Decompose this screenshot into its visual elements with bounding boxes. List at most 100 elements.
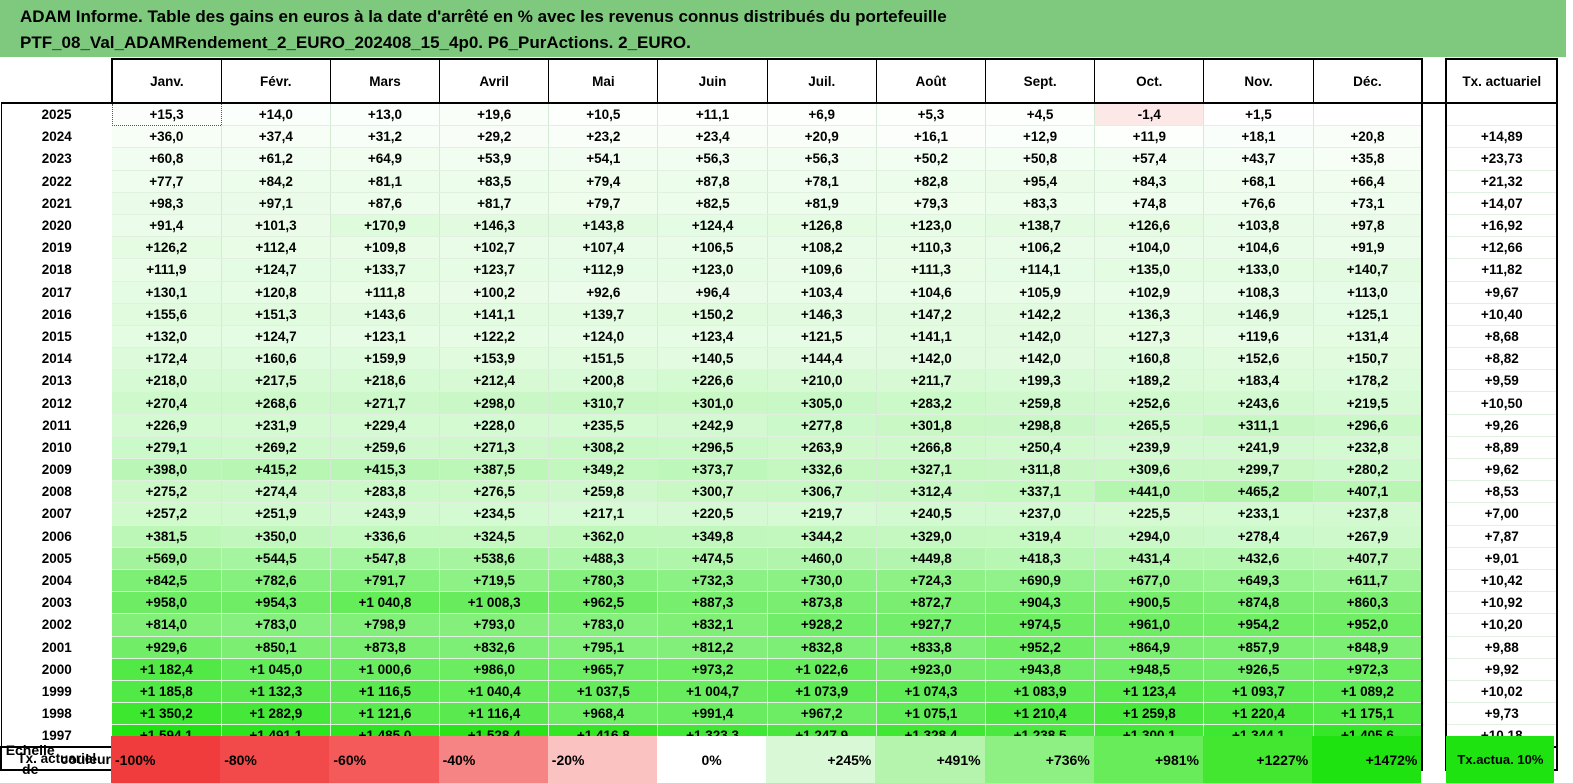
gain-cell: +1 116,5 xyxy=(330,680,441,704)
gain-cell: +1 185,8 xyxy=(112,680,222,704)
gain-cell: +311,1 xyxy=(1203,414,1314,437)
actuarial-rate-cell: +8,89 xyxy=(1445,436,1559,460)
gain-cell: +172,4 xyxy=(112,347,222,371)
gain-cell: +153,9 xyxy=(439,347,550,371)
gain-cell: +16,1 xyxy=(876,125,987,149)
gain-cell: +278,4 xyxy=(1203,525,1314,548)
gain-cell: -1,4 xyxy=(1094,103,1205,127)
gain-cell: +923,0 xyxy=(876,658,987,681)
gain-cell: +107,4 xyxy=(548,236,659,260)
table-row: 2002 +814,0 +783,0 +798,9 +793,0 +783,0 +832,1… xyxy=(0,613,1559,637)
actuarial-rate-cell: +9,26 xyxy=(1445,414,1559,437)
column-gap xyxy=(1422,125,1447,148)
gain-cell: +136,3 xyxy=(1094,303,1205,326)
year-label: 2025 xyxy=(0,103,112,126)
table-row: 2013 +218,0 +217,5 +218,6 +212,4 +200,8 +226,6… xyxy=(0,369,1559,393)
gain-cell: +259,8 xyxy=(985,391,1096,415)
gain-cell: +83,3 xyxy=(985,192,1096,215)
gain-cell: +87,6 xyxy=(330,192,441,215)
gain-cell: +104,0 xyxy=(1094,236,1205,260)
gain-cell: +146,3 xyxy=(767,303,877,326)
gain-cell: +35,8 xyxy=(1313,147,1424,171)
gain-cell: +183,4 xyxy=(1203,369,1314,393)
gain-cell: +991,4 xyxy=(657,702,768,726)
gain-cell: +101,3 xyxy=(221,214,331,238)
gain-cell: +267,9 xyxy=(1313,525,1424,548)
year-label: 2011 xyxy=(0,414,112,437)
gain-cell: +986,0 xyxy=(439,658,550,681)
gain-cell: +142,0 xyxy=(876,347,987,371)
actuarial-rate-cell: +10,40 xyxy=(1445,303,1559,326)
gain-cell: +124,7 xyxy=(221,258,331,282)
gain-cell: +235,5 xyxy=(548,414,659,437)
gain-cell: +296,6 xyxy=(1313,414,1424,437)
gain-cell: +108,3 xyxy=(1203,281,1314,304)
column-gap xyxy=(1422,103,1447,126)
gain-cell: +279,1 xyxy=(112,436,222,460)
month-header-5: Mai xyxy=(548,58,659,104)
gain-cell: +1 089,2 xyxy=(1313,680,1424,704)
gain-cell: +927,7 xyxy=(876,613,987,637)
table-row: 2000 +1 182,4 +1 045,0 +1 000,6 +986,0 +965,7… xyxy=(0,658,1559,681)
gain-cell: +1,5 xyxy=(1203,103,1314,127)
gain-cell: +106,5 xyxy=(657,236,768,260)
gain-cell: +98,3 xyxy=(112,192,222,215)
gain-cell: +1 037,5 xyxy=(548,680,659,704)
gain-cell: +231,9 xyxy=(221,414,331,437)
gain-cell: +142,0 xyxy=(985,325,1096,349)
gain-cell: +64,9 xyxy=(330,147,441,171)
gain-cell: +954,3 xyxy=(221,591,331,615)
column-gap xyxy=(1422,569,1447,592)
color-scale-step: +981% xyxy=(1093,736,1203,783)
gain-cell: +159,9 xyxy=(330,347,441,371)
gain-cell: +649,3 xyxy=(1203,569,1314,593)
gain-cell: +1 182,4 xyxy=(112,658,222,681)
actuarial-rate-cell: +7,87 xyxy=(1445,525,1559,548)
column-gap xyxy=(1422,680,1447,703)
gain-cell: +296,5 xyxy=(657,436,768,460)
gain-cell: +268,6 xyxy=(221,391,331,415)
color-scale-step: -60% xyxy=(329,736,439,783)
gain-cell: +79,4 xyxy=(548,170,659,193)
actuarial-rate-cell: +14,07 xyxy=(1445,192,1559,215)
gain-cell: +299,7 xyxy=(1203,458,1314,482)
gain-cell: +81,9 xyxy=(767,192,877,215)
gain-cell: +226,6 xyxy=(657,369,768,393)
gain-cell: +228,0 xyxy=(439,414,550,437)
table-row: 2011 +226,9 +231,9 +229,4 +228,0 +235,5 +242,9… xyxy=(0,414,1559,437)
gain-cell: +108,2 xyxy=(767,236,877,260)
gain-cell: +113,0 xyxy=(1313,281,1424,304)
gain-cell: +387,5 xyxy=(439,458,550,482)
gain-cell: +276,5 xyxy=(439,480,550,504)
gain-cell: +465,2 xyxy=(1203,480,1314,504)
month-header-2: Févr. xyxy=(221,58,331,104)
gain-cell: +271,7 xyxy=(330,391,441,415)
column-gap xyxy=(1422,214,1447,237)
gain-cell: +120,8 xyxy=(221,281,331,304)
gain-cell: +298,8 xyxy=(985,414,1096,437)
gain-cell: +219,5 xyxy=(1313,391,1424,415)
gain-cell: +974,5 xyxy=(985,613,1096,637)
month-header-4: Avril xyxy=(439,58,550,104)
gain-cell: +311,8 xyxy=(985,458,1096,482)
gain-cell: +61,2 xyxy=(221,147,331,171)
gain-cell: +791,7 xyxy=(330,569,441,593)
color-scale-step: 0% xyxy=(657,736,767,783)
gain-cell: +20,9 xyxy=(767,125,877,149)
year-label: 2012 xyxy=(0,391,112,415)
column-gap xyxy=(1422,147,1447,171)
actuarial-rate-cell: +8,68 xyxy=(1445,325,1559,349)
gain-cell: +1 045,0 xyxy=(221,658,331,681)
gain-cell: +850,1 xyxy=(221,636,331,659)
gain-cell: +257,2 xyxy=(112,502,222,526)
column-gap xyxy=(1422,414,1447,437)
gain-cell: +53,9 xyxy=(439,147,550,171)
gain-cell: +1 000,6 xyxy=(330,658,441,681)
table-row: 2004 +842,5 +782,6 +791,7 +719,5 +780,3 +732,3… xyxy=(0,569,1559,593)
column-gap xyxy=(1422,747,1447,771)
gain-cell: +5,3 xyxy=(876,103,987,127)
gain-cell: +199,3 xyxy=(985,369,1096,393)
gain-cell: +271,3 xyxy=(439,436,550,460)
gain-cell: +782,6 xyxy=(221,569,331,593)
gain-cell: +783,0 xyxy=(221,613,331,637)
